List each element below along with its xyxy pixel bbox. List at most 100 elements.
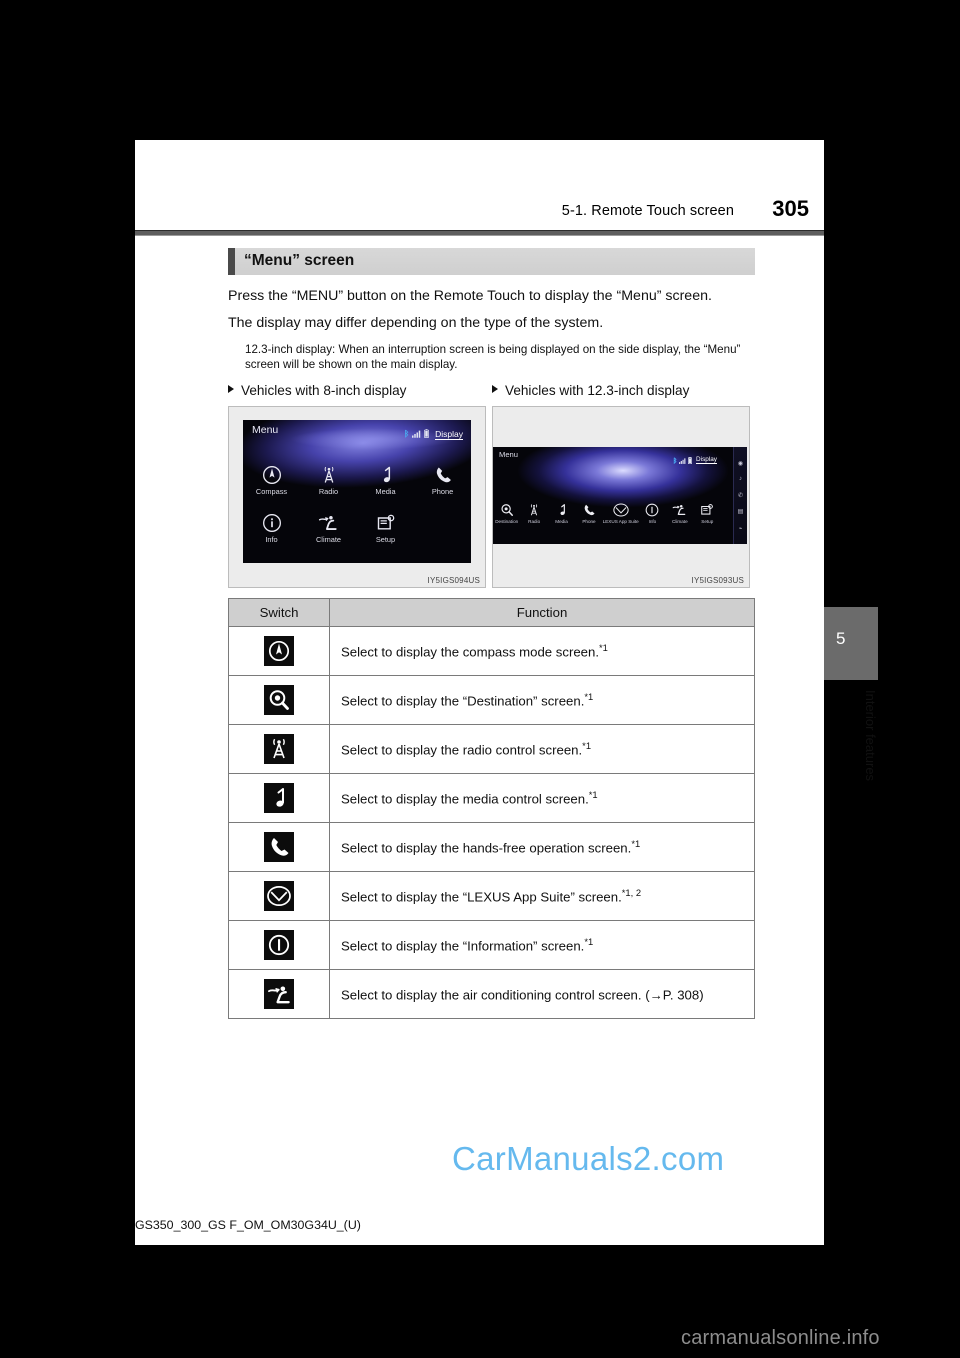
music-note-icon — [357, 464, 414, 486]
menu-item-phone[interactable]: Phone — [414, 464, 471, 496]
function-text: Select to display the air conditioning c… — [341, 987, 704, 1003]
table-row: Select to display the compass mode scree… — [228, 626, 755, 676]
climate-seat-icon — [264, 979, 294, 1009]
compass-icon — [243, 464, 300, 486]
menu-item-climate[interactable]: Climate — [300, 512, 357, 544]
chapter-tab: 5 — [824, 607, 878, 680]
status-bar-12inch: Display — [673, 451, 717, 469]
figure-caption-12inch-text: Vehicles with 12.3-inch display — [505, 383, 690, 398]
menu-item-climate[interactable]: Climate — [666, 501, 693, 524]
media-icon[interactable]: ▤ — [738, 508, 744, 515]
menu-label-phone: Phone — [582, 519, 596, 524]
phone-icon — [264, 832, 294, 862]
switch-cell — [228, 920, 330, 970]
switch-cell — [228, 626, 330, 676]
table-row: Select to display the “Information” scre… — [228, 920, 755, 970]
menu-label-media: Media — [375, 487, 396, 496]
section-title-label: “Menu” screen — [244, 252, 355, 269]
menu-label-radio: Radio — [318, 487, 339, 496]
menu-item-radio[interactable]: Radio — [520, 501, 547, 524]
menu-item-compass[interactable]: Compass — [243, 464, 300, 496]
figure-caption-8inch: Vehicles with 8-inch display — [228, 383, 406, 398]
function-cell: Select to display the hands-free operati… — [329, 822, 755, 872]
menu-row-12inch: Destination Radio Media Phone LEXUS App … — [493, 501, 721, 524]
function-text: Select to display the media control scre… — [341, 791, 589, 807]
menu-item-media[interactable]: Media — [357, 464, 414, 496]
menu-item-lexus-app-suite[interactable]: LEXUS App Suite — [603, 501, 639, 524]
column-header-switch: Switch — [228, 598, 330, 627]
body-note: 12.3-inch display: When an interruption … — [245, 343, 741, 372]
menu-label-compass: Compass — [255, 487, 288, 496]
phone-icon[interactable]: ✆ — [738, 492, 743, 499]
function-text: Select to display the “Information” scre… — [341, 938, 585, 954]
triangle-bullet-icon — [228, 385, 234, 393]
figure-12inch-display: Menu Display Destination Radio Media Pho… — [492, 406, 750, 588]
footnote-marker: *1 — [588, 789, 598, 801]
music-note-icon[interactable]: ♪ — [739, 476, 742, 482]
battery-icon — [688, 451, 693, 469]
menu-label-radio: Radio — [528, 519, 541, 524]
figure-image-id-8inch: IY5IGS094US — [427, 576, 480, 585]
menu-item-radio[interactable]: Radio — [300, 464, 357, 496]
music-note-icon — [264, 783, 294, 813]
phone-icon — [414, 464, 471, 486]
climate-seat-icon — [666, 501, 693, 518]
display-link-8inch[interactable]: Display — [435, 429, 463, 440]
table-row: Select to display the “Destination” scre… — [228, 675, 755, 725]
switch-cell — [228, 871, 330, 921]
function-cell: Select to display the compass mode scree… — [329, 626, 755, 676]
function-cell: Select to display the media control scre… — [329, 773, 755, 823]
climate-seat-icon — [300, 512, 357, 534]
screen-title-12inch: Menu — [499, 450, 518, 459]
function-text: Select to display the “LEXUS App Suite” … — [341, 889, 622, 905]
climate-seat-icon[interactable]: ⌁ — [739, 525, 743, 532]
destination-icon — [493, 501, 520, 518]
menu-label-climate: Climate — [672, 519, 688, 524]
battery-icon — [424, 425, 430, 443]
screen-title-8inch: Menu — [252, 424, 279, 436]
destination-icon[interactable]: ◉ — [738, 460, 743, 467]
section-accent-bar — [228, 248, 235, 275]
destination-icon — [264, 685, 294, 715]
table-header-row: Switch Function — [228, 598, 755, 627]
menu-item-setup[interactable]: Setup — [694, 501, 721, 524]
menu-label-info: Info — [648, 519, 657, 524]
page-header: 5-1. Remote Touch screen 305 — [135, 196, 824, 236]
watermark-primary: CarManuals2.com — [452, 1140, 725, 1177]
function-cell: Select to display the “LEXUS App Suite” … — [329, 871, 755, 921]
switch-cell — [228, 969, 330, 1019]
table-row: Select to display the hands-free operati… — [228, 822, 755, 872]
chapter-label: Interior features — [863, 690, 878, 782]
menu-item-info[interactable]: Info — [639, 501, 666, 524]
display-link-12inch[interactable]: Display — [696, 456, 717, 464]
status-bar-8inch: Display — [404, 425, 463, 443]
radio-tower-icon — [520, 501, 547, 518]
menu-label-setup: Setup — [375, 535, 396, 544]
menu-label-destination: Destination — [495, 519, 519, 524]
header-section-title: 5-1. Remote Touch screen — [561, 203, 734, 219]
switch-cell — [228, 724, 330, 774]
document-code: GS350_300_GS F_OM_OM30G34U_(U) — [135, 1218, 361, 1232]
footnote-marker: *1 — [584, 691, 594, 703]
column-header-function: Function — [329, 598, 755, 627]
setup-icon — [694, 501, 721, 518]
info-icon — [639, 501, 666, 518]
phone-icon — [575, 501, 602, 518]
watermark-secondary: carmanualsonline.info — [681, 1327, 880, 1349]
function-text: Select to display the radio control scre… — [341, 742, 583, 758]
chapter-number: 5 — [836, 629, 846, 648]
body-paragraph-2: The display may differ depending on the … — [228, 315, 604, 331]
figure-8inch-display: Menu Display Compass Radio Media Phone I… — [228, 406, 486, 588]
switch-function-table: Switch Function Select to display the co… — [228, 598, 755, 1019]
switch-cell — [228, 675, 330, 725]
side-display-strip[interactable]: ◉ ♪ ✆ ▤ ⌁ — [733, 447, 747, 544]
menu-item-media[interactable]: Media — [548, 501, 575, 524]
footnote-marker: *1 — [582, 740, 592, 752]
footnote-marker: *1 — [631, 838, 641, 850]
menu-item-setup[interactable]: Setup — [357, 512, 414, 544]
menu-item-destination[interactable]: Destination — [493, 501, 520, 524]
menu-item-info[interactable]: Info — [243, 512, 300, 544]
function-text: Select to display the hands-free operati… — [341, 840, 632, 856]
menu-item-phone[interactable]: Phone — [575, 501, 602, 524]
menu-row-2-8inch: Info Climate Setup — [243, 512, 414, 544]
